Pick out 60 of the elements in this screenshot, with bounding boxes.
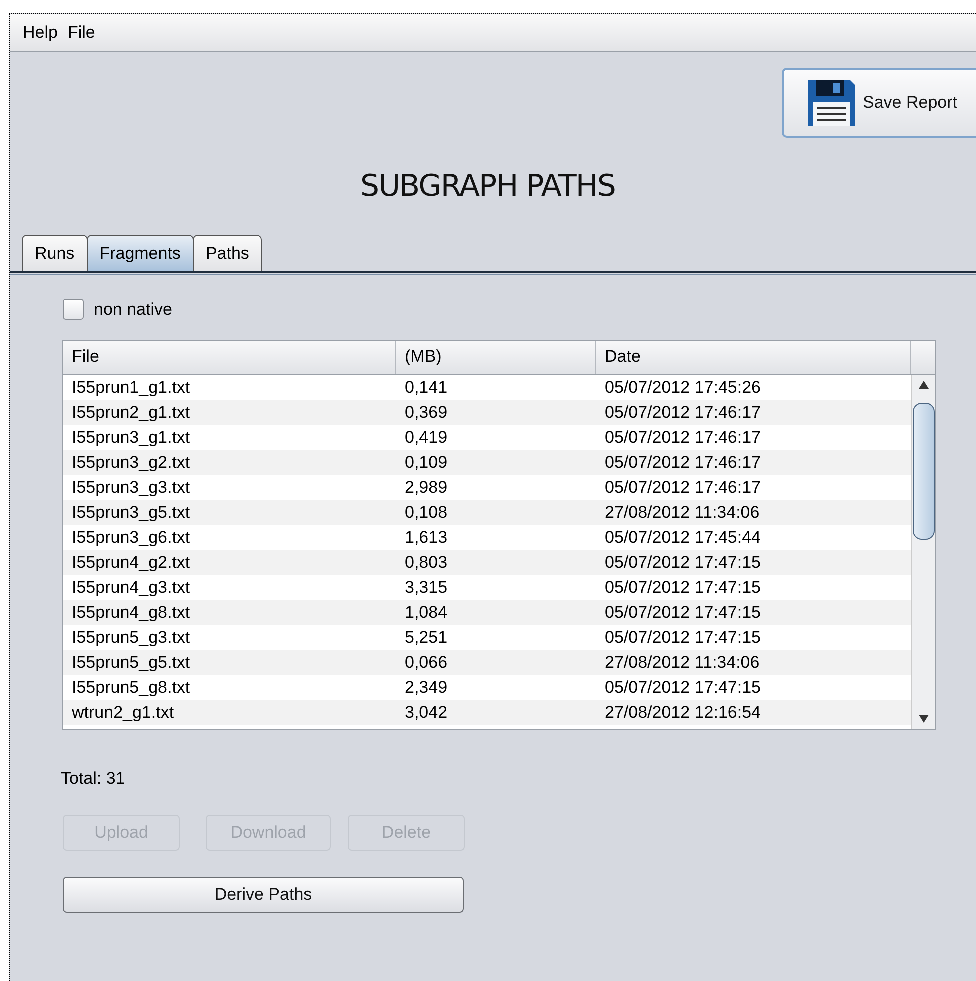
table-cell-text: 2,989 xyxy=(404,476,449,498)
table-cell-text: 27/08/2012 11:34:06 xyxy=(604,652,761,674)
action-button[interactable]: Derive Paths xyxy=(63,876,464,912)
tab[interactable]: Paths xyxy=(192,235,262,271)
table-cell-text: 05/07/2012 17:47:15 xyxy=(604,602,762,624)
table-cell-text: I55prun4_g8.txt xyxy=(71,602,192,624)
column-header[interactable]: Date xyxy=(596,340,911,374)
page-title: SUBGRAPH PATHS xyxy=(360,168,616,206)
table-cell-text: 1,613 xyxy=(404,526,449,548)
tab[interactable]: Runs xyxy=(22,235,88,271)
table-cell-text: 5,251 xyxy=(404,626,449,648)
table-cell-text: 0,369 xyxy=(404,402,449,424)
table-cell-text: I55prun3_g5.txt xyxy=(71,502,192,524)
table-cell-text: 05/07/2012 17:46:17 xyxy=(604,426,762,448)
table-cell-text: I55prun3_g2.txt xyxy=(71,452,192,474)
table-cell-text: 3,042 xyxy=(404,702,449,724)
table-cell-text: 05/07/2012 17:47:15 xyxy=(604,552,762,574)
column-header[interactable]: File xyxy=(63,340,396,374)
menu-item[interactable]: File xyxy=(68,20,96,46)
table-cell-text: 05/07/2012 17:45:44 xyxy=(604,526,762,548)
table-cell-text: 0,108 xyxy=(404,502,449,524)
checkbox-label: non native xyxy=(94,299,172,321)
table-cell-text: I55prun4_g2.txt xyxy=(71,552,192,574)
table-cell-text: 05/07/2012 17:45:26 xyxy=(604,376,762,398)
table-cell-text: 05/07/2012 17:47:15 xyxy=(604,576,762,598)
table-cell-text: 0,066 xyxy=(404,652,449,674)
checkbox[interactable] xyxy=(63,299,84,320)
table-cell-text: 05/07/2012 17:46:17 xyxy=(604,402,762,424)
scroll-up-icon[interactable] xyxy=(918,378,930,390)
table-cell-text: 3,315 xyxy=(404,576,449,598)
table-cell-text: I55prun3_g1.txt xyxy=(71,426,192,448)
table-cell-text: 27/08/2012 11:34:06 xyxy=(604,502,761,524)
table-cell-text: I55prun5_g8.txt xyxy=(71,676,192,698)
table-cell-text: 05/07/2012 17:47:15 xyxy=(604,676,762,698)
table-cell-text: 0,109 xyxy=(404,452,449,474)
table-cell-text: 0,141 xyxy=(404,376,449,398)
table-cell-text: 0,803 xyxy=(404,552,449,574)
menu-item[interactable]: Help xyxy=(23,20,58,46)
table-cell-text: I55prun4_g3.txt xyxy=(71,576,192,598)
scrollbar[interactable] xyxy=(911,374,935,728)
scroll-down-icon[interactable] xyxy=(918,712,930,724)
table-cell-text: I55prun5_g3.txt xyxy=(71,626,192,648)
tab[interactable]: Fragments xyxy=(86,235,194,271)
table-cell-text: 2,349 xyxy=(404,676,449,698)
table-cell-text: 05/07/2012 17:47:15 xyxy=(604,626,762,648)
total-label: Total: 31 xyxy=(61,768,126,788)
table-cell-text: 27/08/2012 12:16:54 xyxy=(604,702,762,724)
table-cell-text: wtrun2_g1.txt xyxy=(71,702,176,724)
save-report-button[interactable]: Save Report xyxy=(782,68,976,138)
column-header[interactable]: (MB) xyxy=(396,340,596,374)
table-cell-text: 0,419 xyxy=(404,426,449,448)
table-cell-text: 05/07/2012 17:46:17 xyxy=(604,476,762,498)
scrollbar-thumb[interactable] xyxy=(912,402,934,540)
table-cell-text: I55prun5_g5.txt xyxy=(71,652,192,674)
table-cell-text: I55prun1_g1.txt xyxy=(71,376,192,398)
table-cell-text: 1,084 xyxy=(404,602,449,624)
table-cell-text: I55prun3_g3.txt xyxy=(71,476,192,498)
table-cell-text: I55prun2_g1.txt xyxy=(71,402,192,424)
table-cell-text: 05/07/2012 17:46:17 xyxy=(604,452,762,474)
table-cell-text: I55prun3_g6.txt xyxy=(71,526,192,548)
